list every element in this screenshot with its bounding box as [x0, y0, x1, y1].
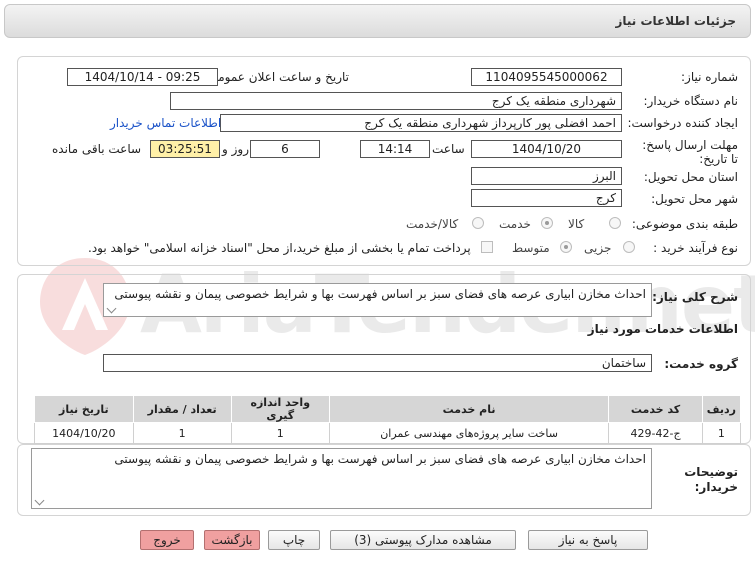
buyer-org-field: شهرداری منطقه یک کرج: [170, 92, 622, 110]
resize-grip-icon[interactable]: [34, 495, 45, 506]
buyer-notes-label: توضیحات خریدار:: [684, 465, 738, 494]
col-qty-header: تعداد / مقدار: [132, 395, 232, 423]
deadline-label: مهلت ارسال پاسخ: تا تاریخ:: [642, 138, 738, 166]
announce-datetime-field: 1404/10/14 - 09:25: [67, 68, 218, 86]
province-label: استان محل تحویل:: [643, 170, 738, 184]
col-name-header: نام خدمت: [328, 395, 610, 423]
category-option-service: خدمت: [499, 217, 531, 231]
summary-label: شرح کلی نیاز:: [652, 290, 738, 304]
cell-unit: 1: [230, 422, 330, 444]
deadline-time-field: 14:14: [360, 140, 430, 158]
cell-row: 1: [701, 422, 742, 444]
category-option-goods-service: کالا/خدمت: [406, 217, 459, 231]
treasury-payment-note: پرداخت تمام یا بخشی از مبلغ خرید،از محل …: [88, 241, 471, 255]
print-button[interactable]: چاپ: [268, 530, 320, 550]
process-type-label: نوع فرآیند خرید :: [653, 241, 738, 255]
remaining-label: ساعت باقی مانده: [52, 142, 142, 156]
process-radio-medium[interactable]: [560, 241, 572, 253]
col-unit-header: واحد اندازه گیری: [230, 395, 330, 423]
summary-textarea: احداث مخازن ابیاری عرصه های فضای سبز بر …: [103, 283, 652, 317]
table-row: 1 ج-42-429 ساخت سایر پروژه‌های مهندسی عم…: [34, 422, 742, 444]
category-option-goods: کالا: [568, 217, 585, 231]
category-radio-service[interactable]: [541, 217, 553, 229]
cell-name: ساخت سایر پروژه‌های مهندسی عمران: [328, 422, 610, 444]
days-label: روز و: [222, 142, 249, 156]
treasury-payment-checkbox[interactable]: [481, 241, 493, 253]
services-section-title: اطلاعات خدمات مورد نیاز: [587, 322, 738, 336]
process-radio-minor[interactable]: [623, 241, 635, 253]
services-table: ردیف کد خدمت نام خدمت واحد اندازه گیری ت…: [34, 395, 742, 444]
reply-button[interactable]: پاسخ به نیاز: [528, 530, 648, 550]
cell-code: ج-42-429: [608, 422, 703, 444]
service-group-field: ساختمان: [103, 354, 652, 372]
category-label: طبقه بندی موضوعی:: [631, 217, 738, 231]
col-date-header: تاریخ نیاز: [34, 395, 134, 423]
province-field: البرز: [471, 167, 622, 185]
process-option-medium: متوسط: [512, 241, 550, 255]
back-button[interactable]: بازگشت: [204, 530, 260, 550]
resize-grip-icon[interactable]: [106, 303, 117, 314]
creator-field: احمد افضلی پور کارپرداز شهرداری منطقه یک…: [220, 114, 622, 132]
creator-label: ایجاد کننده درخواست:: [627, 116, 738, 130]
city-field: کرج: [471, 189, 622, 207]
deadline-date-field: 1404/10/20: [471, 140, 622, 158]
announce-datetime-label: تاریخ و ساعت اعلان عمومی:: [204, 70, 349, 84]
buyer-org-label: نام دستگاه خریدار:: [643, 94, 739, 108]
col-code-header: کد خدمت: [608, 395, 703, 423]
remaining-time-field: 03:25:51: [150, 140, 220, 158]
category-radio-goods[interactable]: [609, 217, 621, 229]
cell-date: 1404/10/20: [34, 422, 134, 444]
process-option-minor: جزیی: [584, 241, 612, 255]
view-attachments-button[interactable]: مشاهده مدارک پیوستی (3): [330, 530, 516, 550]
page-title: جزئیات اطلاعات نیاز: [615, 14, 736, 28]
cell-qty: 1: [132, 422, 232, 444]
days-remaining-field: 6: [250, 140, 320, 158]
need-number-label: شماره نیاز:: [681, 70, 738, 84]
page-title-bar: جزئیات اطلاعات نیاز: [4, 4, 751, 38]
service-group-label: گروه خدمت:: [664, 357, 738, 371]
summary-text: احداث مخازن ابیاری عرصه های فضای سبز بر …: [114, 287, 646, 301]
buyer-notes-textarea: احداث مخازن ابیاری عرصه های فضای سبز بر …: [31, 448, 652, 509]
city-label: شهر محل تحویل:: [651, 192, 738, 206]
deadline-time-label: ساعت: [432, 142, 465, 156]
services-table-header: ردیف کد خدمت نام خدمت واحد اندازه گیری ت…: [34, 395, 742, 423]
buyer-contact-link[interactable]: اطلاعات تماس خریدار: [110, 116, 221, 130]
exit-button[interactable]: خروج: [140, 530, 194, 550]
buyer-notes-text: احداث مخازن ابیاری عرصه های فضای سبز بر …: [114, 452, 646, 466]
need-number-field: 1104095545000062: [471, 68, 622, 86]
col-row-header: ردیف: [701, 395, 742, 423]
category-radio-goods-service[interactable]: [472, 217, 484, 229]
